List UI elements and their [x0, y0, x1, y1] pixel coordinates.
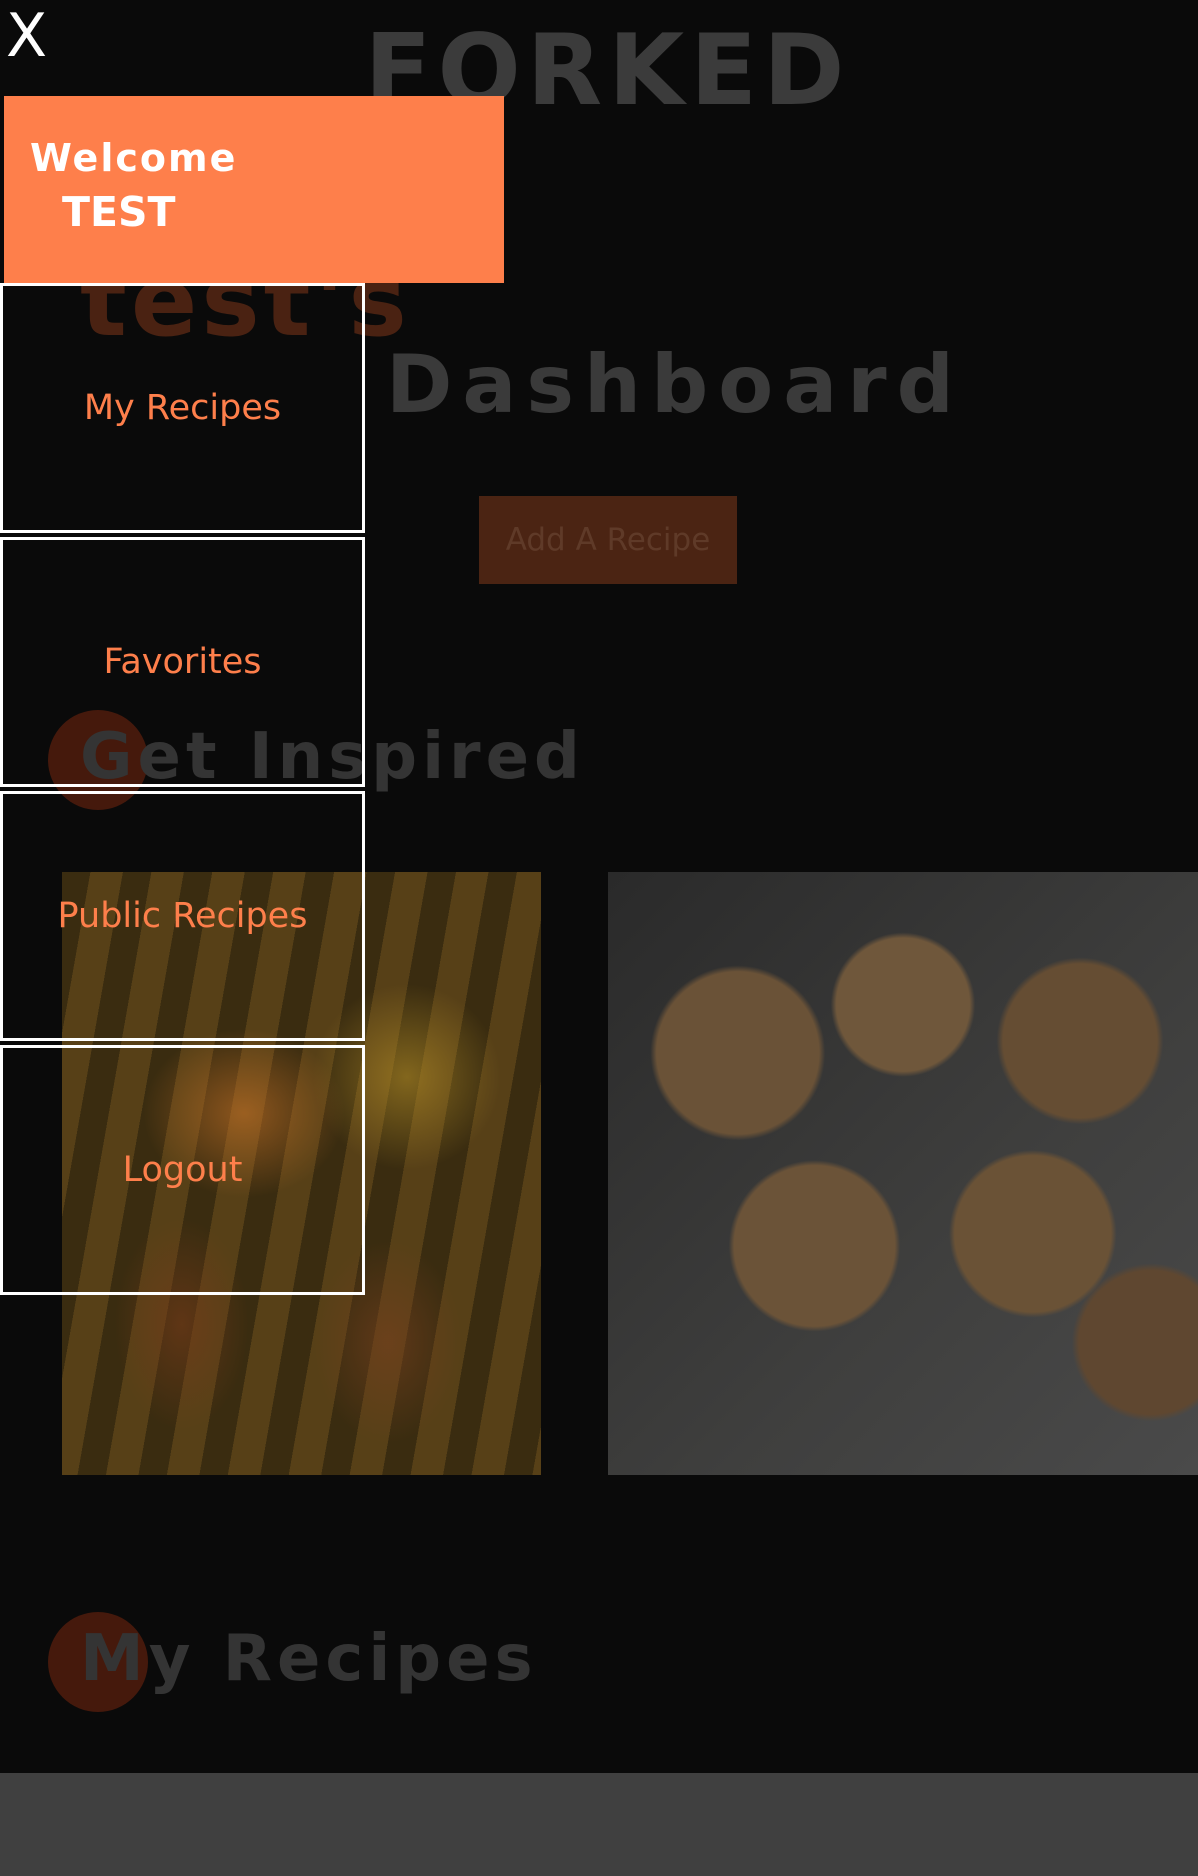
- nav-logout[interactable]: Logout: [0, 1045, 365, 1295]
- nav-item-label: Favorites: [103, 642, 262, 682]
- my-recipes-title: My Recipes: [80, 1622, 538, 1696]
- user-name: TEST: [62, 188, 176, 236]
- side-drawer: X Welcome TEST My Recipes Favorites Publ…: [0, 0, 504, 1303]
- footer: [0, 1773, 1198, 1876]
- nav-public-recipes[interactable]: Public Recipes: [0, 791, 365, 1041]
- dashboard-title: Dashboard: [386, 338, 964, 431]
- nav-item-label: Logout: [122, 1150, 243, 1190]
- add-recipe-button[interactable]: Add A Recipe: [479, 496, 737, 584]
- nav-item-label: Public Recipes: [57, 896, 308, 936]
- nav-item-label: My Recipes: [83, 388, 282, 428]
- welcome-label: Welcome: [30, 136, 238, 180]
- cookies-recipe-image[interactable]: [608, 872, 1198, 1475]
- close-drawer-button[interactable]: X: [6, 6, 47, 66]
- nav-my-recipes[interactable]: My Recipes: [0, 283, 365, 533]
- welcome-panel: Welcome TEST: [4, 96, 504, 283]
- nav-favorites[interactable]: Favorites: [0, 537, 365, 787]
